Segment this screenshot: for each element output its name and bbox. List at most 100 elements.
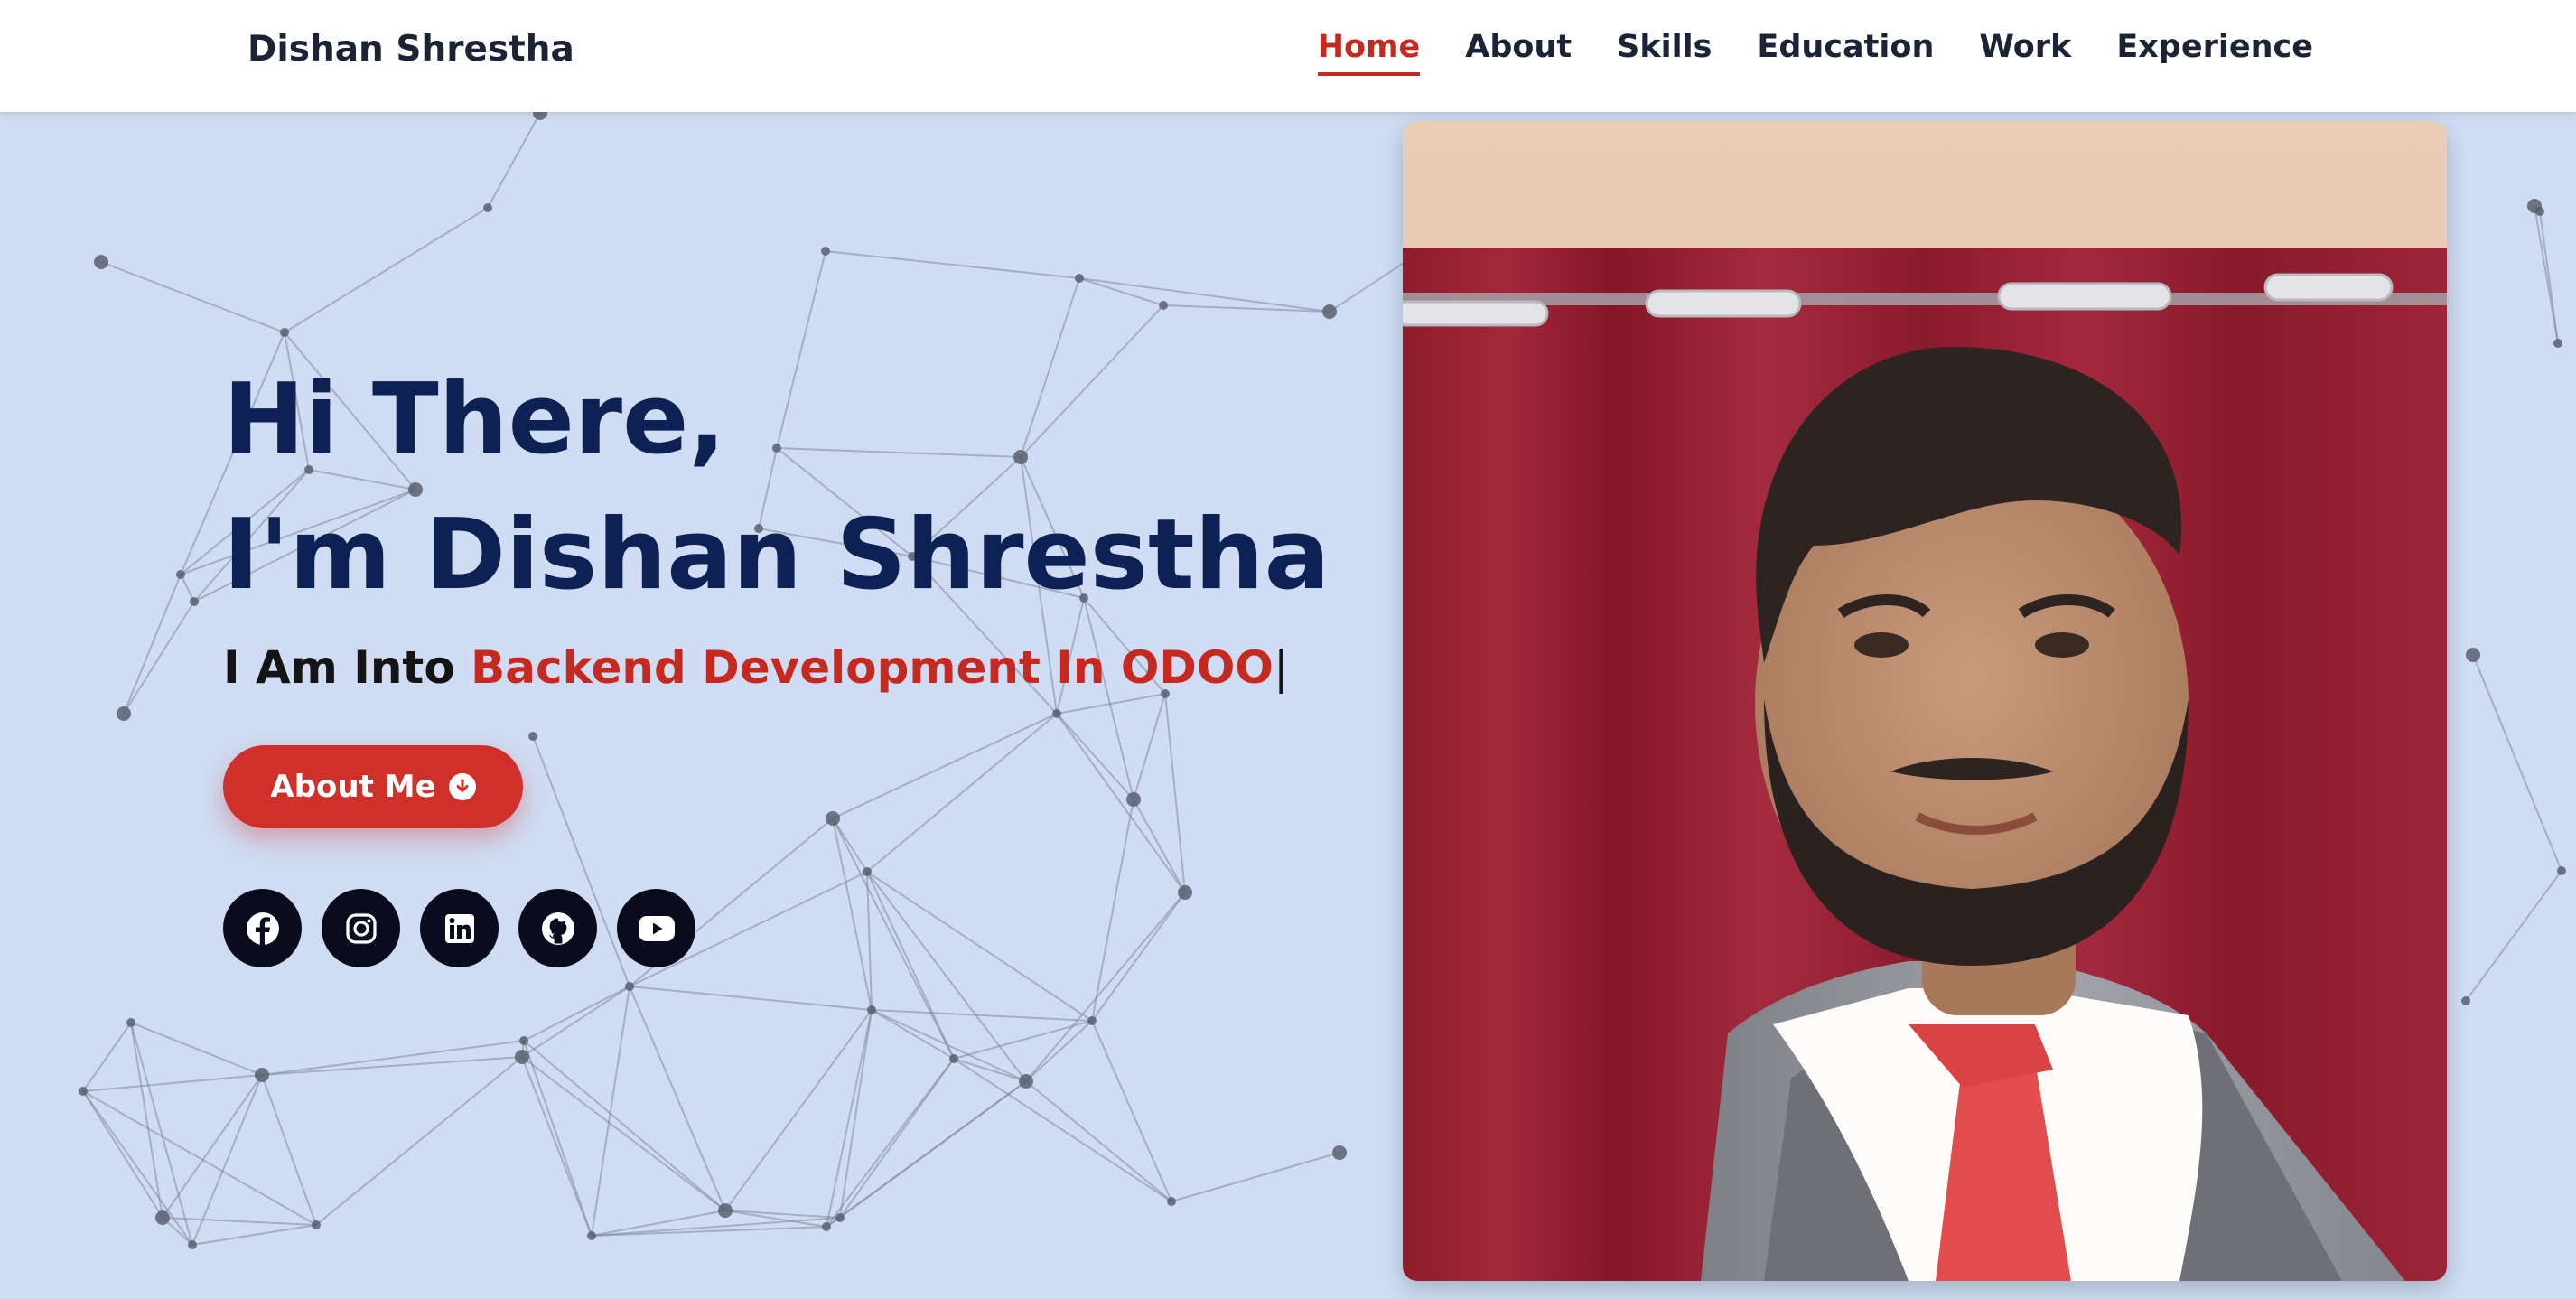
page: Dishan Shrestha Home About Skills Educat… (0, 0, 2576, 1299)
network-link (629, 986, 873, 1011)
network-node (94, 255, 108, 269)
network-link (1025, 1080, 1172, 1202)
network-link (261, 1056, 523, 1076)
network-link (2465, 870, 2562, 1002)
network-link (2534, 205, 2559, 344)
network-node (587, 1231, 596, 1240)
social-links (223, 889, 695, 967)
youtube-link[interactable] (617, 889, 695, 967)
site-brand[interactable]: Dishan Shrestha (247, 29, 574, 70)
network-node (2553, 339, 2562, 348)
nav-home[interactable]: Home (1317, 29, 1421, 76)
network-node (2527, 199, 2542, 213)
facebook-icon (246, 911, 279, 945)
github-link[interactable] (518, 889, 597, 967)
network-link (82, 1074, 263, 1092)
network-link (315, 1056, 523, 1226)
network-node (533, 112, 547, 120)
network-link (191, 1224, 317, 1246)
about-me-label: About Me (270, 769, 436, 805)
network-link (523, 986, 630, 1042)
network-node (528, 732, 537, 741)
network-node (863, 867, 872, 876)
nav-experience[interactable]: Experience (2116, 29, 2313, 76)
network-node (718, 1203, 733, 1218)
network-link (82, 1022, 132, 1092)
nav-work[interactable]: Work (1979, 29, 2071, 76)
hero-greeting-line-1: Hi There, (223, 363, 726, 476)
network-node (2461, 996, 2470, 1005)
network-node (2466, 648, 2480, 662)
youtube-icon (638, 915, 675, 941)
hero-section: Hi There, I'm Dishan Shrestha I Am Into … (223, 352, 1330, 694)
network-link (832, 713, 1058, 819)
linkedin-link[interactable] (420, 889, 499, 967)
network-link (1171, 1152, 1340, 1202)
network-node (1052, 709, 1061, 718)
network-node (1178, 885, 1192, 900)
network-link (100, 261, 285, 333)
network-node (1159, 301, 1168, 310)
instagram-icon (345, 912, 377, 944)
network-link (826, 1058, 955, 1228)
typed-text: Backend Development In ODOO (471, 641, 1274, 694)
network-node (190, 597, 199, 606)
network-link (826, 1009, 873, 1228)
network-node (1075, 274, 1084, 283)
network-link (1091, 892, 1186, 1022)
network-link (591, 1217, 841, 1237)
network-link (82, 1090, 317, 1226)
network-node (519, 1036, 528, 1045)
network-link (629, 986, 726, 1211)
github-icon (541, 911, 574, 945)
nav-skills[interactable]: Skills (1617, 29, 1712, 76)
network-node (835, 1213, 845, 1222)
network-link (953, 1058, 1172, 1202)
hero-subtitle: I Am Into Backend Development In ODOO| (223, 641, 1330, 694)
network-node (826, 811, 840, 826)
hero-greeting-line-2: I'm Dishan Shrestha (223, 499, 1330, 612)
network-node (1019, 1074, 1033, 1089)
network-node (821, 247, 830, 256)
network-node (822, 1222, 831, 1231)
site-header: Dishan Shrestha Home About Skills Educat… (0, 0, 2576, 112)
arrow-down-circle-icon (448, 773, 476, 800)
network-link (825, 250, 1080, 279)
about-me-button[interactable]: About Me (223, 745, 523, 828)
network-link (1091, 799, 1134, 1022)
network-node (79, 1087, 88, 1096)
network-link (261, 1040, 525, 1076)
network-link (866, 713, 1058, 873)
network-node (280, 328, 289, 337)
network-link (724, 1009, 873, 1211)
network-node (867, 1005, 876, 1014)
facebook-link[interactable] (223, 889, 302, 967)
network-node (2557, 866, 2566, 875)
typing-cursor: | (1273, 641, 1289, 694)
network-link (871, 1009, 1093, 1022)
network-node (126, 1018, 135, 1027)
network-node (188, 1240, 197, 1249)
network-node (312, 1220, 321, 1229)
network-node (625, 982, 634, 991)
network-link (123, 574, 182, 715)
network-link (2472, 654, 2562, 872)
main-nav: Home About Skills Education Work Experie… (1317, 29, 2313, 76)
instagram-link[interactable] (322, 889, 400, 967)
network-node (255, 1068, 269, 1082)
network-node (176, 570, 185, 579)
network-link (284, 207, 489, 333)
linkedin-icon (444, 913, 474, 943)
network-link (130, 1022, 263, 1076)
network-link (866, 871, 1027, 1082)
network-link (1078, 277, 1164, 306)
nav-about[interactable]: About (1465, 29, 1572, 76)
network-link (826, 1080, 1027, 1228)
network-node (1322, 304, 1337, 319)
network-link (953, 1058, 1027, 1082)
network-link (487, 112, 541, 209)
network-link (82, 1090, 193, 1246)
nav-education[interactable]: Education (1757, 29, 1934, 76)
network-node (1332, 1145, 1347, 1160)
network-node (1087, 1016, 1097, 1025)
